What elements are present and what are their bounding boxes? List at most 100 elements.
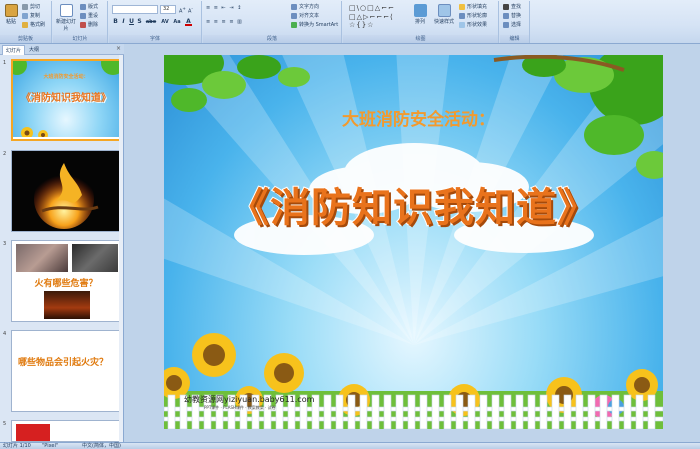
- thumb-number: 4: [3, 331, 7, 337]
- slide-title[interactable]: 《消防知识我知道》: [164, 175, 663, 233]
- select-button[interactable]: 选择: [503, 21, 521, 29]
- font-color-button[interactable]: A: [185, 18, 192, 26]
- thumb-3-photo-3: [44, 291, 90, 319]
- layout-button[interactable]: 版式: [80, 3, 98, 11]
- cut-button[interactable]: 剪切: [22, 3, 40, 11]
- layout-icon: [80, 3, 86, 10]
- copy-button[interactable]: 复制: [22, 12, 40, 20]
- strike-button[interactable]: abe: [144, 18, 158, 26]
- shadow-button[interactable]: S: [136, 18, 143, 26]
- editing-label: 编辑: [500, 35, 529, 43]
- thumb-number: 1: [3, 60, 7, 66]
- paste-icon: [4, 4, 18, 17]
- thumb-number: 5: [3, 421, 7, 427]
- paragraph-label: 段落: [203, 35, 341, 43]
- binoculars-icon: [503, 3, 509, 10]
- thumb-5-art: [16, 424, 50, 441]
- delete-icon: [80, 21, 86, 28]
- thumb-4-text: 哪些物品会引起火灾？: [18, 358, 109, 368]
- thumb-number: 3: [3, 241, 7, 247]
- drawing-group: □\○□△⌐⌐ □△▷⌐⌐⌐⟨ ☆{}☆ 排列 快速样式 形状填充 形状轮廓 形状效…: [343, 1, 499, 43]
- effects-icon: [459, 21, 465, 28]
- find-button[interactable]: 查找: [503, 3, 521, 11]
- slide-editor: 大班消防安全活动： 《消防知识我知道》 幼教资源网yiziyuan.baby61…: [125, 44, 700, 442]
- panel-tabs: 幻灯片 大纲 ×: [0, 44, 124, 55]
- panel-scrollbar[interactable]: [119, 55, 123, 442]
- scissors-icon: [22, 3, 28, 10]
- ribbon: 粘贴 剪切 复制 格式刷 剪贴板 新建幻灯片 版式 重设 删除 幻灯片 32 A…: [0, 0, 700, 44]
- cursor-icon: [503, 21, 509, 28]
- align-text-icon: [291, 12, 297, 19]
- new-slide-icon: [59, 4, 73, 17]
- bold-button[interactable]: B: [112, 18, 119, 26]
- arrange-button[interactable]: 排列: [409, 3, 431, 31]
- spacing-button[interactable]: AV: [160, 18, 170, 26]
- editing-group: 查找 替换 选择 编辑: [500, 1, 530, 43]
- font-group: 32 A+ A- B I U S abe AV Aa A 字体: [109, 1, 202, 43]
- font-size-select[interactable]: 32: [160, 5, 176, 14]
- reset-button[interactable]: 重设: [80, 12, 98, 20]
- status-bar: 幻灯片 1/10 "Pixel" 中文(简体，中国): [0, 442, 700, 449]
- smartart-button[interactable]: 转换为 SmartArt: [291, 21, 338, 29]
- slide-canvas[interactable]: 大班消防安全活动： 《消防知识我知道》 幼教资源网yiziyuan.baby61…: [164, 55, 663, 429]
- reset-icon: [80, 12, 86, 19]
- slide-footer-note: PPT课件 · FLASH课件 · 教案教案 · 试卷: [204, 405, 276, 410]
- tab-outline[interactable]: 大纲: [26, 45, 42, 55]
- text-direction-icon: [291, 3, 297, 10]
- grow-font-button[interactable]: A+: [179, 5, 186, 15]
- thumb-3-photo-2: [72, 244, 118, 272]
- slide-subtitle[interactable]: 大班消防安全活动：: [164, 105, 663, 130]
- quick-styles-icon: [437, 4, 451, 17]
- paste-button[interactable]: 粘贴: [2, 3, 20, 31]
- clipboard-group: 粘贴 剪切 复制 格式刷 剪贴板: [0, 1, 52, 43]
- slide-thumb-4[interactable]: 哪些物品会引起火灾？: [11, 330, 121, 412]
- align-text-button[interactable]: 对齐文本: [291, 12, 319, 20]
- slide-thumb-1[interactable]: 大班消防安全活动： 《消防知识我知道》: [11, 59, 121, 141]
- font-name-select[interactable]: [112, 5, 158, 14]
- slides-group: 新建幻灯片 版式 重设 删除 幻灯片: [53, 1, 108, 43]
- slides-panel: 幻灯片 大纲 × 1 大班消防安全活动： 《消防知识我知道》 2 3 火有哪些危…: [0, 44, 124, 442]
- case-button[interactable]: Aa: [172, 18, 182, 26]
- thumb-1-title: 《消防知识我知道》: [21, 93, 111, 104]
- underline-button[interactable]: U: [128, 18, 135, 26]
- fill-icon: [459, 3, 465, 10]
- replace-button[interactable]: 替换: [503, 12, 521, 20]
- fire-image: [34, 163, 99, 229]
- thumb-3-text: 火有哪些危害？: [34, 279, 98, 289]
- shrink-font-button[interactable]: A-: [188, 5, 193, 15]
- paragraph-group: ≡ ≡ ⇤ ⇥ ↕ ≡ ≡ ≡ ≡ ▥ 文字方向 对齐文本 转换为 SmartA…: [203, 1, 342, 43]
- slide-thumb-2[interactable]: [11, 150, 121, 232]
- text-direction-button[interactable]: 文字方向: [291, 3, 319, 11]
- brush-icon: [22, 21, 28, 28]
- close-icon[interactable]: ×: [116, 45, 121, 52]
- language: 中文(简体，中国): [82, 443, 121, 449]
- slide-count: 幻灯片 1/10: [3, 443, 31, 449]
- shape-effects-button[interactable]: 形状效果: [459, 21, 487, 29]
- slide-thumb-5[interactable]: [11, 420, 121, 442]
- drawing-label: 绘图: [343, 35, 498, 43]
- quick-styles-button[interactable]: 快速样式: [431, 3, 457, 31]
- slide-footer-url: 幼教资源网yiziyuan.baby611.com: [184, 395, 315, 404]
- delete-slide-button[interactable]: 删除: [80, 21, 98, 29]
- font-label: 字体: [109, 35, 201, 43]
- arrange-icon: [413, 4, 427, 17]
- slide-thumb-3[interactable]: 火有哪些危害？: [11, 240, 121, 322]
- copy-icon: [22, 12, 28, 19]
- align-buttons[interactable]: ≡ ≡ ≡ ≡ ▥: [206, 18, 243, 26]
- new-slide-button[interactable]: 新建幻灯片: [55, 3, 77, 32]
- theme-name: "Pixel": [42, 443, 59, 449]
- thumb-number: 2: [3, 151, 7, 157]
- bullets-button[interactable]: ≡ ≡ ⇤ ⇥ ↕: [206, 4, 242, 12]
- slides-label: 幻灯片: [53, 35, 107, 43]
- shape-fill-button[interactable]: 形状填充: [459, 3, 487, 11]
- thumb-3-photo-1: [16, 244, 68, 272]
- thumb-1-subtitle: 大班消防安全活动：: [43, 74, 89, 80]
- shape-outline-button[interactable]: 形状轮廓: [459, 12, 487, 20]
- format-painter-button[interactable]: 格式刷: [22, 21, 45, 29]
- shapes-gallery[interactable]: □\○□△⌐⌐ □△▷⌐⌐⌐⟨ ☆{}☆: [349, 4, 401, 30]
- italic-button[interactable]: I: [120, 18, 127, 26]
- replace-icon: [503, 12, 509, 19]
- outline-icon: [459, 12, 465, 19]
- clipboard-label: 剪贴板: [0, 35, 51, 43]
- tab-slides[interactable]: 幻灯片: [2, 45, 26, 55]
